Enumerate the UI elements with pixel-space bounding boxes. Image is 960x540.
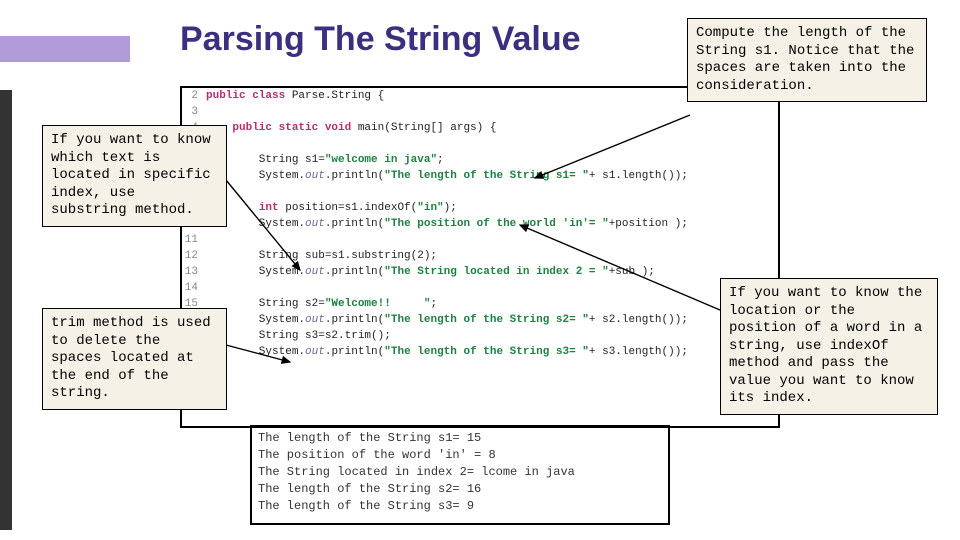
side-stripe [0, 90, 12, 530]
output-line: The length of the String s3= 9 [258, 498, 575, 515]
code-line: 11 [182, 232, 778, 248]
code-pane: 2public class Parse.String {34 public st… [182, 88, 778, 376]
callout-indexof: If you want to know the location or the … [720, 278, 938, 415]
code-line: 14 [182, 280, 778, 296]
output-pane: The length of the String s1= 15The posit… [258, 430, 575, 515]
output-line: The position of the word 'in' = 8 [258, 447, 575, 464]
accent-bar [0, 36, 130, 62]
code-line: 5 [182, 136, 778, 152]
output-line: The length of the String s1= 15 [258, 430, 575, 447]
code-line: 15 String s2="Welcome!! "; [182, 296, 778, 312]
code-line: 13 System.out.println("The String locate… [182, 264, 778, 280]
output-line: The String located in index 2= lcome in … [258, 464, 575, 481]
code-line: } [182, 360, 778, 376]
code-line: 4 public static void main(String[] args)… [182, 120, 778, 136]
code-line: 8 [182, 184, 778, 200]
code-line: 12 String sub=s1.substring(2); [182, 248, 778, 264]
code-line: 16 System.out.println("The length of the… [182, 312, 778, 328]
output-line: The length of the String s2= 16 [258, 481, 575, 498]
code-line: 6 String s1="welcome in java"; [182, 152, 778, 168]
code-line: 7 System.out.println("The length of the … [182, 168, 778, 184]
code-line: 9 int position=s1.indexOf("in"); [182, 200, 778, 216]
code-line: 10 System.out.println("The position of t… [182, 216, 778, 232]
callout-length: Compute the length of the String s1. Not… [687, 18, 927, 102]
code-line: 3 [182, 104, 778, 120]
page-title: Parsing The String Value [180, 20, 581, 59]
code-line: System.out.println("The length of the St… [182, 344, 778, 360]
code-line: String s3=s2.trim(); [182, 328, 778, 344]
callout-substring: If you want to know which text is locate… [42, 125, 227, 227]
callout-trim: trim method is used to delete the spaces… [42, 308, 227, 410]
